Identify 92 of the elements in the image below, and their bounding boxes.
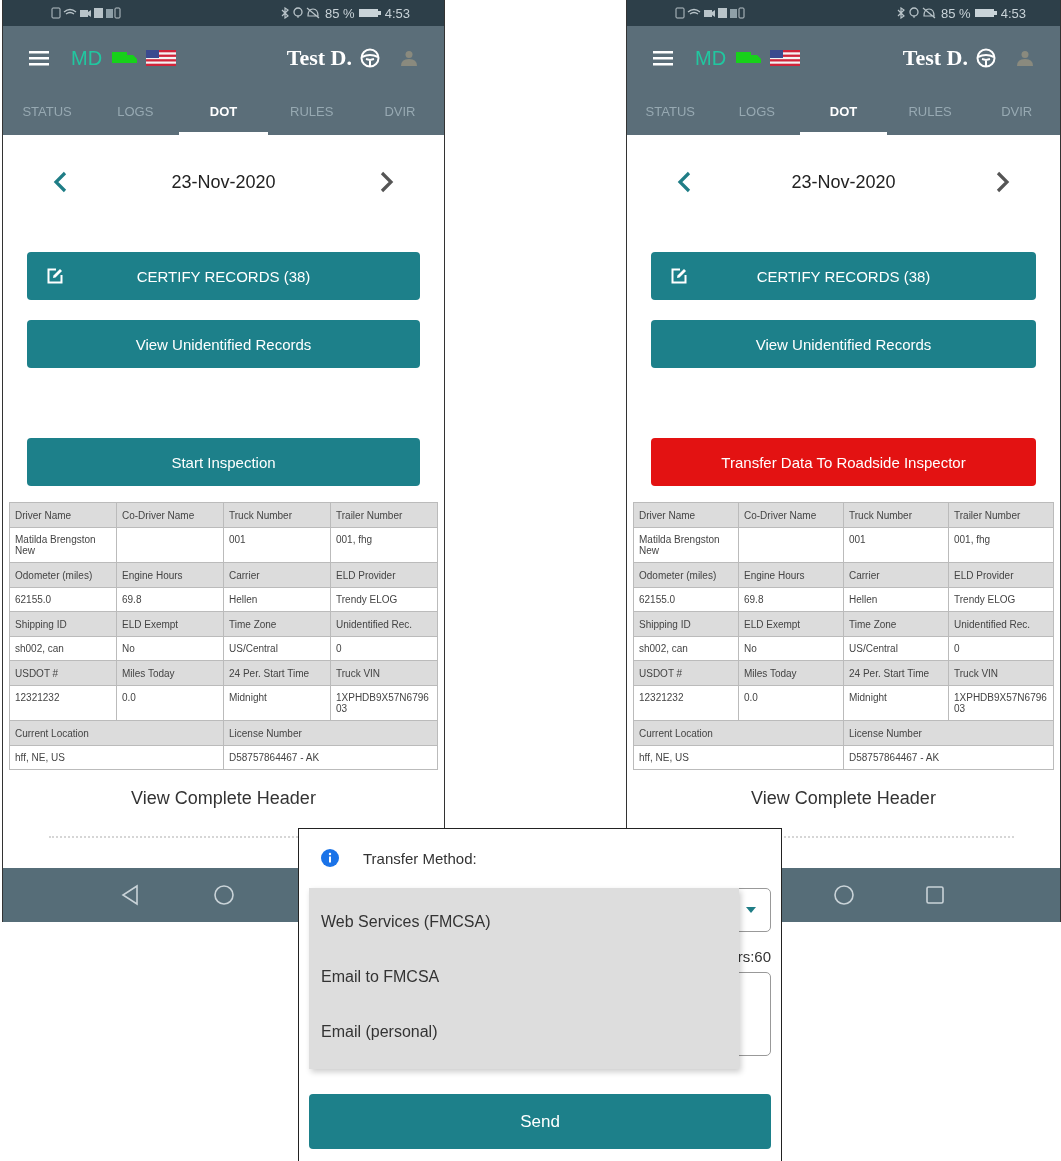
column-label: Driver Name	[634, 503, 739, 528]
action-button[interactable]: View Unidentified Records	[651, 320, 1036, 368]
counter-label: rs:60	[736, 948, 771, 967]
chevron-right-icon[interactable]	[996, 171, 1010, 193]
date-label: 23-Nov-2020	[171, 171, 276, 193]
edit-icon	[47, 268, 63, 284]
column-label: Shipping ID	[634, 612, 739, 637]
battery-percent: 85 %	[941, 5, 971, 21]
column-label: Time Zone	[844, 612, 949, 637]
column-label: License Number	[224, 721, 438, 746]
column-label: Trailer Number	[949, 503, 1054, 528]
chevron-right-icon[interactable]	[380, 171, 394, 193]
flag-icon	[770, 50, 801, 66]
menu-option[interactable]: Email (personal)	[309, 1022, 739, 1041]
column-label: ELD Provider	[949, 563, 1054, 588]
chevron-left-icon[interactable]	[53, 171, 67, 193]
brand-logo: MD	[695, 46, 727, 70]
system-icons-drawing	[281, 7, 322, 19]
menu-option[interactable]: Email to FMCSA	[309, 967, 739, 986]
column-label: Engine Hours	[117, 563, 224, 588]
column-label: 24 Per. Start Time	[224, 661, 331, 686]
column-label: 24 Per. Start Time	[844, 661, 949, 686]
driver-name: Test D.	[286, 45, 352, 71]
column-label: Co-Driver Name	[117, 503, 224, 528]
system-icons-drawing	[897, 7, 938, 19]
tab[interactable]: DOT	[800, 90, 887, 135]
column-label: Trailer Number	[331, 503, 438, 528]
table-cell: D58757864467 - AK	[844, 746, 1054, 770]
column-label: Truck VIN	[331, 661, 438, 686]
column-label: Truck VIN	[949, 661, 1054, 686]
column-label: Carrier	[224, 563, 331, 588]
back-icon[interactable]	[119, 884, 140, 906]
column-label: Current Location	[634, 721, 844, 746]
column-label: Unidentified Rec.	[331, 612, 438, 637]
battery-icon	[974, 8, 997, 18]
certify-button[interactable]: CERTIFY RECORDS (38)	[651, 252, 1036, 300]
info-icon	[321, 849, 339, 867]
view-header-link[interactable]: View Complete Header	[633, 788, 1054, 809]
column-label: ELD Exempt	[117, 612, 224, 637]
column-label: ELD Exempt	[739, 612, 844, 637]
column-label: Truck Number	[224, 503, 331, 528]
steering-wheel-icon[interactable]	[360, 48, 380, 68]
clock: 4:53	[1000, 5, 1026, 21]
column-label: Odometer (miles)	[10, 563, 117, 588]
column-label: Driver Name	[10, 503, 117, 528]
column-label: Truck Number	[844, 503, 949, 528]
caret-icon	[746, 907, 756, 913]
home-icon[interactable]	[832, 884, 855, 906]
column-label: Miles Today	[739, 661, 844, 686]
column-label: USDOT #	[10, 661, 117, 686]
menu-icon[interactable]	[653, 50, 673, 66]
date-label: 23-Nov-2020	[791, 171, 896, 193]
recents-icon[interactable]	[924, 885, 945, 905]
column-label: USDOT #	[634, 661, 739, 686]
column-label: Current Location	[10, 721, 224, 746]
driver-name: Test D.	[902, 45, 968, 71]
column-label: Co-Driver Name	[739, 503, 844, 528]
truck-icon	[736, 51, 763, 65]
brand-logo: MD	[71, 46, 103, 70]
truck-icon	[112, 51, 139, 65]
column-label: License Number	[844, 721, 1054, 746]
chevron-left-icon[interactable]	[677, 171, 691, 193]
table-cell: hff, NE, US	[634, 746, 844, 770]
flag-icon	[146, 50, 177, 66]
status-icons-drawing	[51, 7, 121, 19]
column-label: Time Zone	[224, 612, 331, 637]
column-label: Shipping ID	[10, 612, 117, 637]
battery-icon	[358, 8, 381, 18]
column-label: Odometer (miles)	[634, 563, 739, 588]
dialog-title: Transfer Method:	[363, 849, 477, 867]
column-label: Unidentified Rec.	[949, 612, 1054, 637]
battery-percent: 85 %	[325, 5, 355, 21]
home-icon[interactable]	[212, 884, 235, 906]
view-header-link[interactable]: View Complete Header	[9, 788, 438, 809]
send-button[interactable]: Send	[309, 1094, 771, 1149]
action-button[interactable]: View Unidentified Records	[27, 320, 420, 368]
column-label: Carrier	[844, 563, 949, 588]
transfer-button[interactable]: Transfer Data To Roadside Inspector	[651, 438, 1036, 486]
certify-button[interactable]: CERTIFY RECORDS (38)	[27, 252, 420, 300]
status-icons-drawing	[675, 7, 745, 19]
action-button[interactable]: Start Inspection	[27, 438, 420, 486]
edit-icon	[671, 268, 687, 284]
column-label: ELD Provider	[331, 563, 438, 588]
table-cell: hff, NE, US	[10, 746, 224, 770]
table-cell: D58757864467 - AK	[224, 746, 438, 770]
steering-wheel-icon[interactable]	[976, 48, 996, 68]
menu-option[interactable]: Web Services (FMCSA)	[309, 912, 739, 931]
clock: 4:53	[384, 5, 410, 21]
column-label: Engine Hours	[739, 563, 844, 588]
tab[interactable]: DOT	[179, 90, 268, 135]
menu-icon[interactable]	[29, 50, 49, 66]
column-label: Miles Today	[117, 661, 224, 686]
